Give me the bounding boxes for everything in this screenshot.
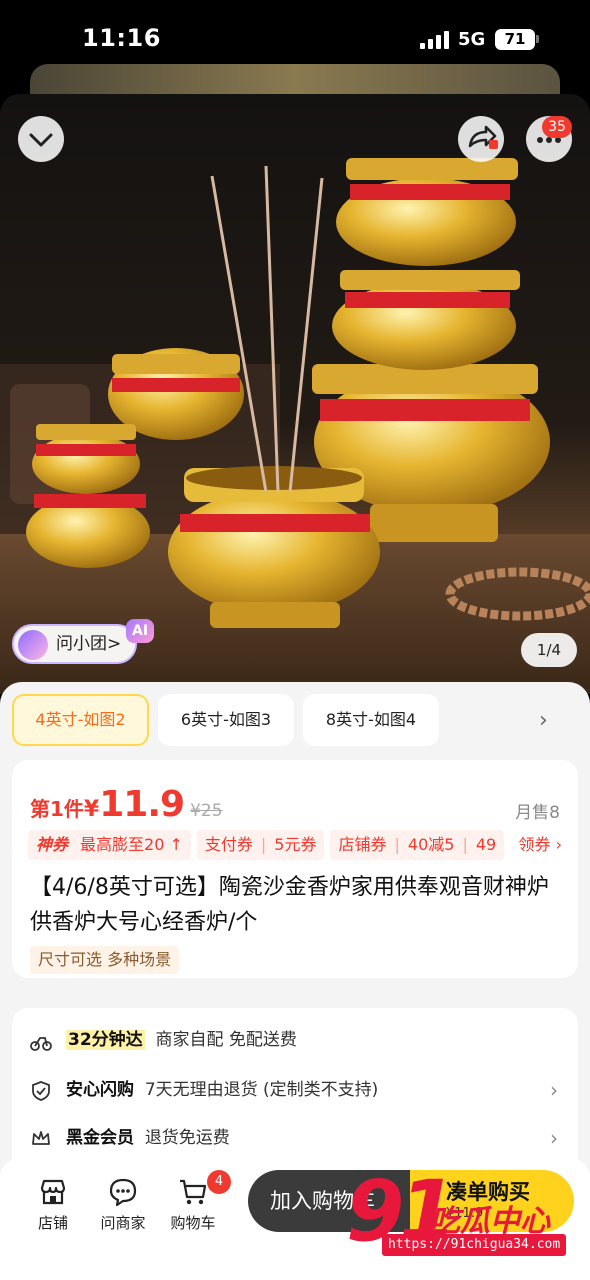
service-delivery-strong: 32分钟达: [66, 1030, 145, 1050]
coupon-shenquan-text: 最高膨至20: [80, 835, 165, 854]
chat-icon: [109, 1178, 137, 1207]
price-line: 第1件¥11.9 ¥25: [30, 784, 223, 828]
coupon-pay[interactable]: 支付券 | 5元券: [196, 830, 325, 860]
watermark-logo: 91 吃瓜中心 https://91chigua34.com: [344, 1166, 590, 1276]
service-delivery-text: 商家自配 免配送费: [155, 1030, 297, 1050]
coupon-pay-tag: 支付券: [204, 835, 253, 854]
service-row-delivery: 32分钟达 商家自配 免配送费: [30, 1020, 560, 1060]
coupon-shop-tag: 店铺券: [338, 835, 387, 854]
chevron-right-icon: ›: [550, 1078, 558, 1102]
member-crown-icon: [32, 1131, 50, 1145]
price-value: 11.9: [99, 784, 185, 825]
ai-assistant-icon: [18, 630, 48, 660]
variant-option-4inch[interactable]: 4英寸-如图2: [12, 694, 149, 746]
status-bar: 11:16 5G 71: [0, 0, 590, 66]
coupon-shop-text: 40减5: [407, 835, 455, 854]
variant-option-6inch[interactable]: 6英寸-如图3: [158, 694, 294, 746]
service-member-text: 退货免运费: [144, 1128, 230, 1148]
network-type: 5G: [458, 29, 486, 50]
share-icon: [468, 125, 498, 149]
coupon-shenquan[interactable]: 神券 最高膨至20 ↑: [28, 830, 191, 860]
ai-assistant-button[interactable]: 问小团>: [12, 624, 138, 664]
image-page-indicator: 1/4: [521, 633, 577, 667]
delivery-rider-icon: [30, 1037, 52, 1051]
ai-assistant-label: 问小团: [56, 634, 107, 654]
chevron-down-icon: [29, 133, 53, 147]
monthly-sales: 月售8: [515, 803, 560, 823]
coupon-shop[interactable]: 店铺券 | 40减5 | 49: [330, 830, 505, 860]
cart-icon: [180, 1179, 207, 1205]
chevron-right-icon: ›: [550, 1126, 558, 1150]
shield-check-icon: [32, 1081, 50, 1101]
product-tag: 尺寸可选 多种场景: [30, 946, 180, 974]
original-price: ¥25: [190, 801, 223, 821]
ai-arrow: >: [107, 634, 122, 654]
service-guarantee-text: 7天无理由退货 (定制类不支持): [144, 1080, 379, 1100]
tab-cart-label: 购物车: [170, 1214, 216, 1232]
cart-count-badge: 4: [207, 1170, 231, 1194]
tab-ask-merchant[interactable]: 问商家: [88, 1176, 158, 1233]
coupon-shop-text-2: 49: [475, 835, 497, 854]
product-image: [0, 158, 590, 694]
service-guarantee-strong: 安心闪购: [66, 1080, 134, 1100]
signal-icon: [420, 31, 450, 49]
variant-more-arrow-icon[interactable]: ›: [539, 708, 548, 733]
watermark-url: https://91chigua34.com: [382, 1234, 567, 1256]
ai-tag: AI: [126, 619, 155, 643]
battery-tip: [536, 35, 539, 43]
battery-icon: 71: [495, 29, 535, 50]
back-button[interactable]: [18, 116, 64, 162]
product-title: 【4/6/8英寸可选】陶瓷沙金香炉家用供奉观音财神炉供香炉大号心经香炉/个: [30, 875, 549, 935]
coupon-row[interactable]: 神券 最高膨至20 ↑ 支付券 | 5元券 店铺券 | 40减5 | 49 领券 ›: [28, 830, 562, 860]
tab-ask-merchant-label: 问商家: [100, 1214, 146, 1232]
store-icon: [40, 1179, 66, 1205]
share-button[interactable]: [458, 116, 504, 162]
price-prefix: 第1件: [30, 797, 84, 821]
service-member-strong: 黑金会员: [66, 1128, 134, 1148]
tab-store[interactable]: 店铺: [18, 1176, 88, 1233]
coupon-shenquan-tag: 神券: [36, 835, 69, 854]
service-row-member[interactable]: 黑金会员 退货免运费 ›: [30, 1118, 560, 1158]
status-time: 11:16: [82, 24, 161, 52]
tab-store-label: 店铺: [37, 1214, 68, 1232]
service-row-guarantee[interactable]: 安心闪购 7天无理由退货 (定制类不支持) ›: [30, 1070, 560, 1110]
price-card: 第1件¥11.9 ¥25 月售8 神券 最高膨至20 ↑ 支付券 | 5元券 店铺券 | 40减…: [12, 760, 578, 978]
price-currency: ¥: [83, 797, 100, 822]
get-coupon-button[interactable]: 领券 ›: [508, 830, 562, 860]
notification-badge: 35: [542, 116, 572, 138]
variant-option-8inch[interactable]: 8英寸-如图4: [303, 694, 439, 746]
variant-selector: 4英寸-如图2 6英寸-如图3 8英寸-如图4 ›: [12, 694, 578, 748]
arrow-up-icon: ↑: [164, 835, 183, 854]
product-image-carousel[interactable]: 35 问小团> AI 1/4: [0, 94, 590, 694]
coupon-pay-text: 5元券: [274, 835, 317, 854]
